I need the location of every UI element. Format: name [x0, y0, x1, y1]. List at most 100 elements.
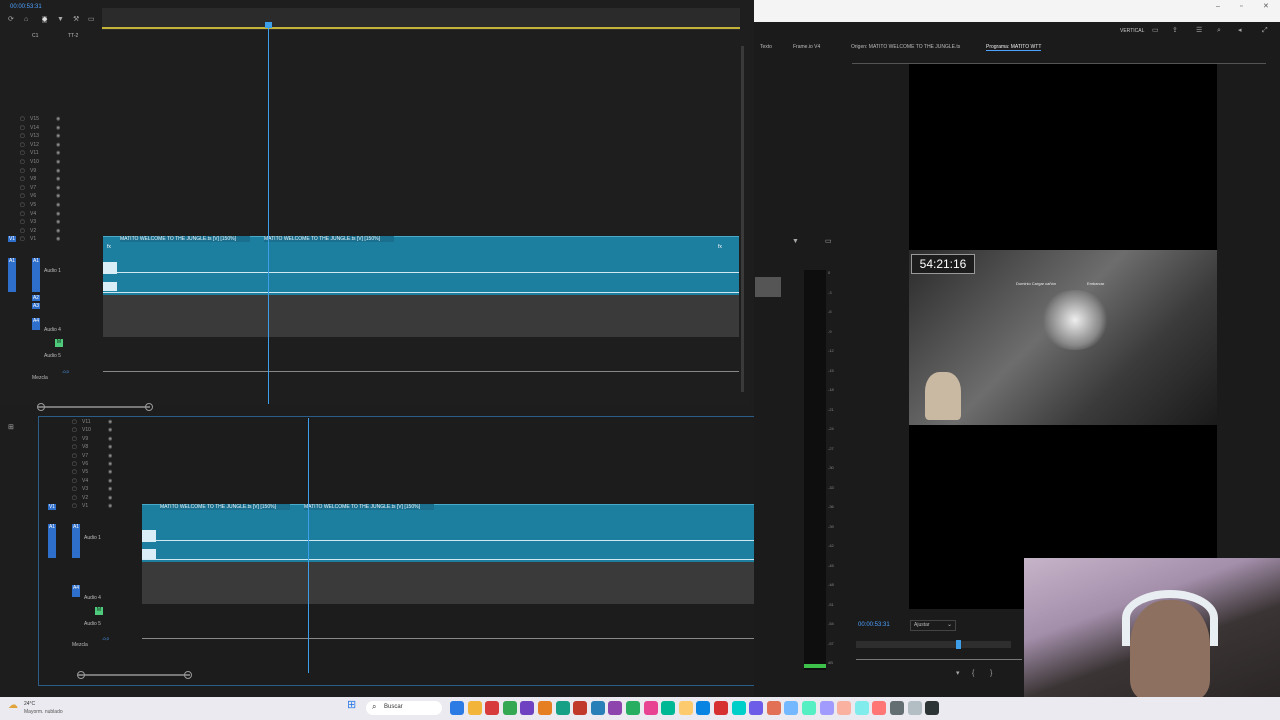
lock-icon[interactable]: ▢ — [20, 202, 25, 208]
eye-icon[interactable]: ◉ — [56, 133, 60, 139]
taskbar-app-icon[interactable] — [502, 701, 517, 715]
eye-icon[interactable]: ◉ — [56, 236, 60, 242]
lock-icon[interactable]: ▢ — [72, 486, 77, 492]
bottom-track-v10[interactable]: ▢ V10 ◉ — [56, 427, 126, 433]
add-marker-button-icon[interactable]: ▾ — [956, 670, 960, 677]
a1-source-badge[interactable]: A1 — [8, 258, 16, 292]
top-track-v5[interactable]: ▢ V5 ◉ — [4, 202, 74, 208]
lock-icon[interactable]: ▢ — [72, 436, 77, 442]
bottom-track-v9[interactable]: ▢ V9 ◉ — [56, 436, 126, 442]
taskbar-app-icon[interactable] — [802, 701, 816, 715]
eye-icon[interactable]: ◉ — [56, 159, 60, 165]
eye-icon[interactable]: ◉ — [56, 193, 60, 199]
mark-in-icon[interactable]: { — [972, 670, 974, 677]
a5-mute-badge[interactable]: M — [55, 339, 63, 347]
a3-badge[interactable]: A3 — [32, 303, 40, 309]
eye-icon[interactable]: ◉ — [56, 125, 60, 131]
top-track-v15[interactable]: ▢ V15 ◉ — [4, 116, 74, 122]
expand-icon[interactable]: ⤢ — [1262, 27, 1268, 34]
taskbar-app-icon[interactable] — [714, 701, 728, 715]
lock-icon[interactable]: ▢ — [20, 133, 25, 139]
taskbar-app-icon[interactable] — [450, 701, 464, 715]
eye-icon[interactable]: ◉ — [108, 444, 112, 450]
eye-icon[interactable]: ◉ — [56, 228, 60, 234]
bottom-track-v6[interactable]: ▢ V6 ◉ — [56, 461, 126, 467]
wrench-icon[interactable]: ⚒ — [73, 16, 79, 23]
taskbar-app-icon[interactable] — [555, 701, 570, 715]
bottom-a1-target-badge[interactable]: A1 — [72, 524, 80, 558]
scroll-handle-left[interactable] — [37, 403, 45, 411]
a1-target-badge[interactable]: A1 — [32, 258, 40, 292]
tab-program[interactable]: Programa: MATITO WTT — [986, 44, 1042, 51]
bottom-scroll-handle-left[interactable] — [77, 671, 85, 679]
eye-icon[interactable]: ◉ — [56, 211, 60, 217]
minimize-icon[interactable]: – — [1216, 3, 1220, 10]
eye-icon[interactable]: ◉ — [56, 219, 60, 225]
lock-icon[interactable]: ▢ — [72, 503, 77, 509]
top-track-v14[interactable]: ▢ V14 ◉ — [4, 125, 74, 131]
taskbar-app-icon[interactable] — [749, 701, 764, 715]
scroll-handle-right[interactable] — [145, 403, 153, 411]
top-track-v13[interactable]: ▢ V13 ◉ — [4, 133, 74, 139]
v1-source-badge[interactable]: V1 — [8, 236, 16, 242]
eye-icon[interactable]: ◉ — [108, 478, 112, 484]
close-icon[interactable]: ✕ — [1263, 3, 1269, 10]
eye-icon[interactable]: ◉ — [56, 202, 60, 208]
top-track-v9[interactable]: ▢ V9 ◉ — [4, 168, 74, 174]
top-track-v2[interactable]: ▢ V2 ◉ — [4, 228, 74, 234]
add-marker-icon[interactable]: ◆ — [42, 16, 48, 23]
bottom-track-v3[interactable]: ▢ V3 ◉ — [56, 486, 126, 492]
bottom-horizontal-scrollbar[interactable] — [78, 674, 190, 676]
share-icon[interactable]: ⇪ — [1172, 27, 1178, 34]
taskbar-app-icon[interactable] — [538, 701, 552, 715]
bottom-playhead[interactable] — [308, 418, 309, 673]
taskbar-app-icon[interactable] — [890, 701, 904, 715]
taskbar-app-icon[interactable] — [626, 701, 640, 715]
weather-icon[interactable]: ☁ — [8, 701, 18, 711]
taskbar-app-icon[interactable] — [766, 701, 781, 715]
weather-temp[interactable]: 24°C — [24, 701, 35, 707]
eye-icon[interactable]: ◉ — [56, 142, 60, 148]
bottom-mix-value[interactable]: -0,0 — [102, 636, 109, 641]
eye-icon[interactable]: ◉ — [108, 419, 112, 425]
bottom-track-v2[interactable]: ▢ V2 ◉ — [56, 495, 126, 501]
top-track-v11[interactable]: ▢ V11 ◉ — [4, 150, 74, 156]
lock-icon[interactable]: ▢ — [20, 168, 25, 174]
eye-icon[interactable]: ◉ — [56, 176, 60, 182]
top-track-v12[interactable]: ▢ V12 ◉ — [4, 142, 74, 148]
taskbar-app-icon[interactable] — [661, 701, 676, 715]
lock-icon[interactable]: ▢ — [72, 461, 77, 467]
mark-out-icon[interactable]: } — [990, 670, 992, 677]
lock-icon[interactable]: ▢ — [20, 211, 25, 217]
taskbar-search[interactable]: ⌕ Buscar — [366, 701, 442, 715]
taskbar-app-icon[interactable] — [784, 701, 799, 715]
lock-icon[interactable]: ▢ — [20, 193, 25, 199]
lock-icon[interactable]: ▢ — [72, 495, 77, 501]
taskbar-app-icon[interactable] — [590, 701, 605, 715]
bottom-track-v11[interactable]: ▢ V11 ◉ — [56, 419, 126, 425]
top-horizontal-scrollbar[interactable] — [38, 406, 150, 408]
eye-icon[interactable]: ◉ — [108, 495, 112, 501]
top-track-v6[interactable]: ▢ V6 ◉ — [4, 193, 74, 199]
taskbar-app-icon[interactable] — [485, 701, 500, 715]
bottom-panel-menu-icon[interactable]: ⊞ — [8, 424, 14, 431]
bottom-v1-badge[interactable]: V1 — [48, 504, 56, 510]
lock-icon[interactable]: ▢ — [20, 142, 25, 148]
taskbar-app-icon[interactable] — [678, 701, 693, 715]
captions-icon[interactable]: ▭ — [88, 16, 95, 23]
lock-icon[interactable]: ▢ — [72, 453, 77, 459]
taskbar-app-icon[interactable] — [872, 701, 887, 715]
eye-icon[interactable]: ◉ — [108, 436, 112, 442]
a2-badge[interactable]: A2 — [32, 295, 40, 301]
lock-icon[interactable]: ▢ — [72, 478, 77, 484]
eye-icon[interactable]: ◉ — [108, 453, 112, 459]
lock-icon[interactable]: ▢ — [20, 236, 25, 242]
lock-icon[interactable]: ▢ — [20, 150, 25, 156]
maximize-icon[interactable]: ▫ — [1240, 3, 1242, 10]
eye-icon[interactable]: ◉ — [108, 486, 112, 492]
lock-icon[interactable]: ▢ — [72, 427, 77, 433]
bottom-track-v1[interactable]: ▢ V1 ◉ — [56, 503, 126, 509]
bottom-track-v4[interactable]: ▢ V4 ◉ — [56, 478, 126, 484]
eye-icon[interactable]: ◉ — [108, 427, 112, 433]
lock-icon[interactable]: ▢ — [72, 444, 77, 450]
